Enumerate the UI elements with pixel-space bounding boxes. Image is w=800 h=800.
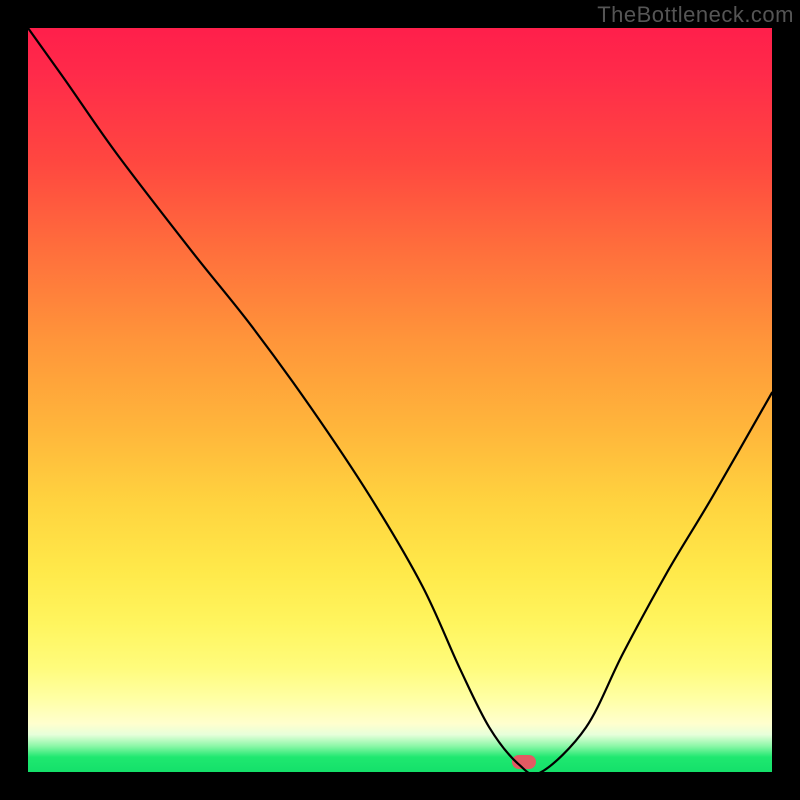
- bottleneck-curve: [28, 28, 772, 772]
- curve-path: [28, 28, 772, 772]
- chart-frame: TheBottleneck.com: [0, 0, 800, 800]
- plot-area: [28, 28, 772, 772]
- watermark-text: TheBottleneck.com: [597, 2, 794, 28]
